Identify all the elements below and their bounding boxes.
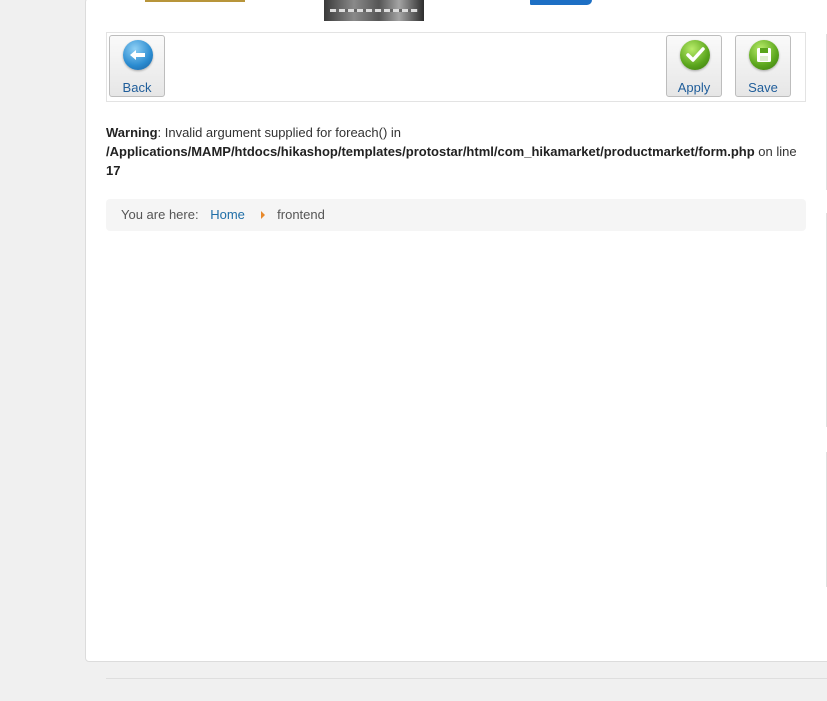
warning-on-line: on line <box>754 144 797 159</box>
php-warning-message: Warning: Invalid argument supplied for f… <box>106 123 806 180</box>
breadcrumb-home-link[interactable]: Home <box>210 207 245 222</box>
breadcrumb-current: frontend <box>277 207 325 222</box>
toolbar: Back Apply Save <box>106 32 806 102</box>
save-button[interactable]: Save <box>735 35 791 97</box>
apply-button-label: Apply <box>677 80 711 95</box>
product-thumbnail[interactable] <box>145 0 245 2</box>
save-button-label: Save <box>748 80 778 95</box>
caret-right-icon <box>260 211 265 219</box>
back-button[interactable]: Back <box>109 35 165 97</box>
product-thumbnail[interactable] <box>530 0 592 5</box>
warning-file-path: /Applications/MAMP/htdocs/hikashop/templ… <box>106 144 755 159</box>
warning-text: : Invalid argument supplied for foreach(… <box>157 125 402 140</box>
checkmark-icon <box>680 40 710 70</box>
floppy-disk-icon <box>749 40 779 70</box>
warning-label: Warning <box>106 125 158 140</box>
breadcrumb-prefix: You are here: <box>121 207 199 222</box>
warning-line-number: 17 <box>106 163 121 178</box>
apply-button[interactable]: Apply <box>666 35 722 97</box>
breadcrumb: You are here: Home frontend <box>106 199 806 231</box>
back-button-label: Back <box>122 80 152 95</box>
product-thumbnail[interactable] <box>324 0 424 21</box>
back-arrow-icon <box>123 40 153 70</box>
footer-divider <box>106 678 827 679</box>
